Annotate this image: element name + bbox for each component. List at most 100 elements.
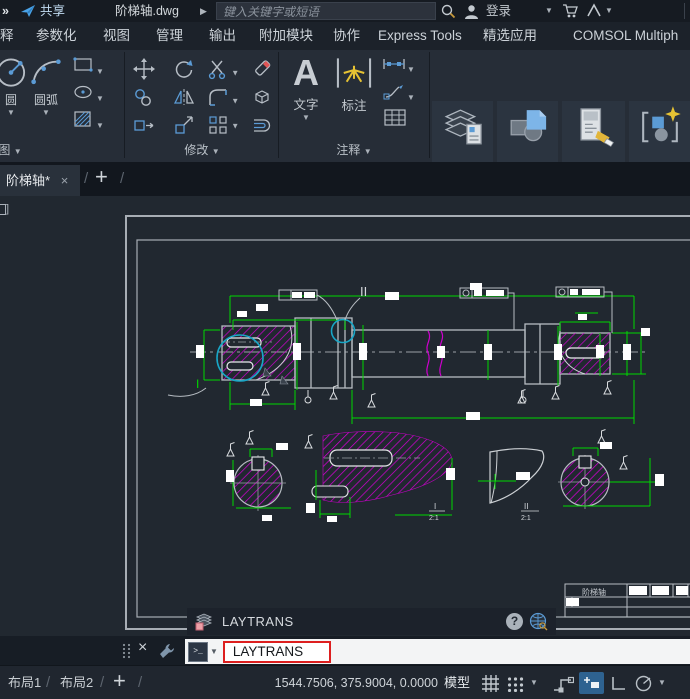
block-icon bbox=[506, 105, 550, 149]
command-input-value[interactable]: LAYTRANS bbox=[223, 641, 331, 663]
login-dropdown-caret-icon[interactable]: ▼ bbox=[545, 0, 553, 22]
draw-ellipse-caret-icon: ▼ bbox=[96, 94, 104, 103]
ribbon-tab-featured-apps[interactable]: 精选应用 bbox=[483, 22, 537, 50]
suggestion-text[interactable]: LAYTRANS bbox=[222, 614, 294, 629]
trim-caret-icon[interactable]: ▼ bbox=[231, 68, 239, 77]
annotate-dim-button[interactable]: 标注 bbox=[332, 54, 376, 114]
internet-search-icon[interactable] bbox=[529, 612, 548, 631]
login-button[interactable]: 登录 bbox=[486, 0, 511, 22]
ribbon-tab-addins[interactable]: 附加模块 bbox=[259, 22, 313, 50]
tab-separator: / bbox=[84, 170, 88, 187]
cursor-coordinates[interactable]: 1544.7506, 375.9004, 0.0000 bbox=[250, 666, 438, 699]
search-icon[interactable] bbox=[441, 4, 456, 19]
modify-panel-tools: ▼ ▼ ▼ bbox=[129, 58, 277, 136]
app-store-cart-icon[interactable] bbox=[562, 4, 578, 18]
annotate-text-label: 文字 bbox=[284, 94, 328, 113]
layout1-tab[interactable]: 布局1 bbox=[8, 666, 41, 699]
snap-caret-icon[interactable]: ▼ bbox=[530, 666, 538, 699]
viewport-controls-fragment[interactable]: ] bbox=[0, 203, 9, 215]
linear-dim-button[interactable]: ▼ bbox=[381, 56, 415, 75]
command-prompt-icon[interactable]: >_ bbox=[188, 642, 208, 662]
new-layout-button[interactable]: + bbox=[113, 668, 126, 694]
dynamic-input-toggle[interactable] bbox=[579, 672, 604, 694]
ribbon-tab-output[interactable]: 输出 bbox=[209, 22, 236, 50]
ribbon-tab-view[interactable]: 视图 bbox=[103, 22, 130, 50]
autodesk-app-icon[interactable] bbox=[586, 3, 602, 18]
help-icon[interactable]: ? bbox=[506, 613, 523, 630]
drawing-canvas[interactable]: ] bbox=[0, 196, 690, 636]
break-line bbox=[427, 331, 430, 376]
command-input-field[interactable]: >_ ▼ LAYTRANS bbox=[185, 639, 690, 664]
draw-rectangle-caret-icon: ▼ bbox=[96, 67, 104, 76]
copy-icon[interactable] bbox=[133, 86, 155, 108]
array-caret-icon[interactable]: ▼ bbox=[231, 121, 239, 130]
fillet-caret-icon[interactable]: ▼ bbox=[231, 96, 239, 105]
array-icon[interactable] bbox=[207, 114, 229, 136]
autodesk-app-caret-icon[interactable]: ▼ bbox=[605, 0, 613, 22]
search-input[interactable]: 键入关键字或短语 bbox=[216, 2, 436, 20]
erase-icon[interactable] bbox=[251, 58, 273, 80]
leader-button[interactable]: ▼ bbox=[383, 82, 415, 103]
leader-icon bbox=[383, 82, 407, 100]
autocad-window: » 共享 阶梯轴.dwg ▶ 键入关键字或短语 登录 ▼ ▼ 释 参数化 视图 … bbox=[0, 0, 690, 699]
draw-hatch-button[interactable]: ▼ bbox=[72, 110, 104, 131]
ribbon-tab-collaborate[interactable]: 协作 bbox=[333, 22, 360, 50]
draw-ellipse-button[interactable]: ▼ bbox=[72, 83, 104, 104]
linear-dim-icon bbox=[381, 56, 407, 72]
new-doc-tab-button[interactable]: + bbox=[95, 164, 108, 190]
draw-rectangle-button[interactable]: ▼ bbox=[72, 56, 104, 77]
customize-wrench-icon[interactable] bbox=[158, 642, 176, 660]
layers-icon bbox=[441, 105, 485, 149]
leader-caret-icon[interactable]: ▼ bbox=[407, 93, 415, 102]
layout2-tab[interactable]: 布局2 bbox=[60, 666, 93, 699]
command-bar-grip-handle[interactable] bbox=[122, 643, 131, 659]
tab-separator: / bbox=[120, 170, 124, 187]
fillet-icon[interactable] bbox=[207, 86, 229, 108]
grid-display-icon[interactable] bbox=[481, 674, 500, 693]
title-block-name: 阶梯轴 bbox=[582, 587, 606, 597]
annotate-text-button[interactable]: A 文字 ▼ bbox=[284, 52, 328, 122]
draw-panel-label[interactable]: 图 ▼ bbox=[0, 141, 60, 158]
explode-icon[interactable] bbox=[251, 86, 273, 108]
ribbon-tab-comsol[interactable]: COMSOL Multiph bbox=[573, 22, 690, 50]
detail-view-i: I 2:1 bbox=[312, 432, 452, 522]
draw-arc-button[interactable]: 圆弧 ▼ bbox=[24, 54, 68, 117]
infer-constraints-icon[interactable] bbox=[552, 674, 574, 693]
command-history-caret-icon[interactable]: ▼ bbox=[210, 647, 218, 656]
quick-access-overflow-icon[interactable]: » bbox=[2, 0, 9, 22]
doc-tab-close-icon[interactable]: × bbox=[61, 173, 69, 188]
scale-icon[interactable] bbox=[173, 114, 195, 136]
ribbon-tab-express-tools[interactable]: Express Tools bbox=[378, 22, 462, 50]
layout-separator: / bbox=[100, 674, 104, 691]
rotate-icon[interactable] bbox=[173, 58, 195, 80]
modify-panel-label[interactable]: 修改 ▼ bbox=[126, 141, 278, 158]
linear-dim-caret-icon[interactable]: ▼ bbox=[407, 65, 415, 74]
user-avatar-icon[interactable] bbox=[463, 3, 480, 20]
feature-control-frames bbox=[279, 287, 612, 333]
snap-mode-icon[interactable] bbox=[507, 675, 524, 692]
polar-tracking-icon[interactable] bbox=[634, 674, 653, 693]
command-bar-close-icon[interactable]: × bbox=[138, 639, 147, 657]
doc-tab-active[interactable]: 阶梯轴* × bbox=[0, 165, 80, 196]
table-button[interactable] bbox=[383, 108, 407, 131]
ribbon-tab-manage[interactable]: 管理 bbox=[156, 22, 183, 50]
trim-icon[interactable] bbox=[207, 58, 229, 80]
document-tab-bar: 阶梯轴* × / + / bbox=[0, 162, 690, 196]
ortho-mode-icon[interactable] bbox=[610, 675, 627, 692]
mirror-icon[interactable] bbox=[173, 86, 195, 108]
polar-caret-icon[interactable]: ▼ bbox=[658, 666, 666, 699]
annotate-panel-label[interactable]: 注释 ▼ bbox=[280, 141, 428, 158]
filename-menu-arrow-icon[interactable]: ▶ bbox=[200, 0, 207, 22]
ribbon-tab-parametric[interactable]: 参数化 bbox=[36, 22, 77, 50]
stretch-icon[interactable] bbox=[133, 114, 155, 136]
model-space-button[interactable]: 模型 bbox=[444, 666, 470, 699]
doc-tab-label: 阶梯轴* bbox=[6, 173, 50, 188]
hatch-icon bbox=[72, 110, 96, 128]
document-filename: 阶梯轴.dwg bbox=[115, 0, 179, 22]
ribbon-tab-annotate-partial[interactable]: 释 bbox=[0, 22, 14, 50]
arc-icon bbox=[29, 54, 63, 88]
share-button[interactable]: 共享 bbox=[40, 0, 65, 22]
offset-icon[interactable] bbox=[251, 114, 273, 136]
move-icon[interactable] bbox=[133, 58, 155, 80]
panel-separator bbox=[429, 52, 430, 158]
